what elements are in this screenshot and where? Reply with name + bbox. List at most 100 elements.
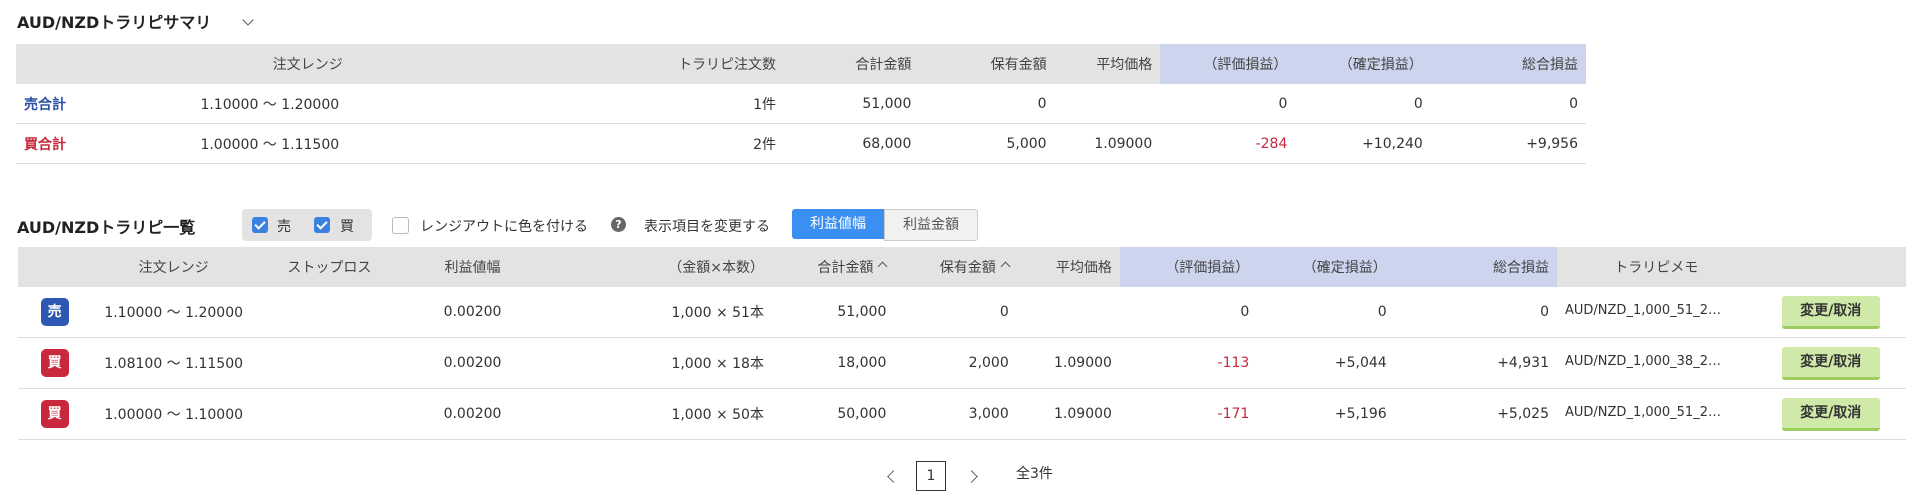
net-value: +4,931 bbox=[1394, 337, 1557, 389]
buy-filter-label: 買 bbox=[340, 219, 354, 235]
col-orders: トラリピ注文数 bbox=[599, 44, 785, 84]
buy-badge: 買 bbox=[40, 349, 69, 377]
range-value: 1.08100 〜 1.11500 bbox=[91, 337, 257, 389]
stoploss-value bbox=[256, 337, 403, 389]
total-value: 51,000 bbox=[784, 84, 920, 124]
table-row: 買 1.08100 〜 1.11500 0.00200 1,000 × 18本 … bbox=[18, 337, 1906, 389]
col-total: 合計金額 bbox=[784, 44, 920, 84]
held-value: 0 bbox=[919, 84, 1055, 124]
realized-value: +5,196 bbox=[1257, 388, 1395, 440]
col-profit-width: 利益値幅 bbox=[402, 247, 543, 287]
summary-title: AUD/NZDトラリピサマリ bbox=[17, 13, 212, 32]
col-memo: トラリピメモ bbox=[1557, 247, 1756, 287]
summary-table: 注文レンジ トラリピ注文数 合計金額 保有金額 平均価格 （評価損益） （確定損… bbox=[16, 44, 1586, 164]
profit-width-value: 0.00200 bbox=[402, 287, 543, 338]
color-range-out-label: レンジアウトに色を付ける bbox=[420, 219, 588, 235]
held-value: 3,000 bbox=[894, 388, 1017, 440]
col-realized: （確定損益） bbox=[1295, 44, 1431, 84]
table-row: 売合計 1.10000 〜 1.20000 1件 51,000 0 0 0 0 bbox=[16, 84, 1586, 124]
chevron-down-icon[interactable] bbox=[242, 14, 254, 26]
col-held[interactable]: 保有金額 bbox=[894, 247, 1017, 287]
avg-value: 1.09000 bbox=[1016, 337, 1120, 389]
unrealized-value: -171 bbox=[1119, 388, 1258, 440]
orders-value: 1件 bbox=[599, 84, 785, 124]
sort-icon[interactable] bbox=[1000, 261, 1011, 271]
display-items-label: 表示項目を変更する bbox=[644, 219, 770, 235]
memo-value: AUD/NZD_1,000_38_2… bbox=[1565, 353, 1721, 369]
realized-value: +10,240 bbox=[1295, 123, 1431, 164]
net-value: +9,956 bbox=[1430, 123, 1586, 164]
total-value: 51,000 bbox=[771, 287, 895, 338]
col-total[interactable]: 合計金額 bbox=[771, 247, 895, 287]
total-count: 全3件 bbox=[1016, 466, 1053, 482]
buy-badge: 買 bbox=[40, 400, 69, 428]
col-held: 保有金額 bbox=[919, 44, 1055, 84]
edit-cancel-button[interactable]: 変更/取消 bbox=[1781, 346, 1880, 380]
list-title: AUD/NZDトラリピ一覧 bbox=[17, 218, 196, 237]
total-value: 18,000 bbox=[771, 337, 895, 389]
net-value: 0 bbox=[1394, 287, 1557, 338]
total-value: 68,000 bbox=[784, 123, 920, 164]
orders-value: 2件 bbox=[599, 123, 785, 164]
row-label: 買合計 1.00000 〜 1.11500 bbox=[16, 123, 600, 164]
held-value: 2,000 bbox=[894, 337, 1017, 389]
avg-value bbox=[1016, 287, 1120, 338]
sell-filter-checkbox[interactable] bbox=[252, 217, 268, 233]
profit-width-toggle[interactable]: 利益値幅 bbox=[792, 209, 884, 239]
realized-value: 0 bbox=[1257, 287, 1395, 338]
prev-page-icon[interactable] bbox=[887, 470, 900, 483]
edit-cancel-button[interactable]: 変更/取消 bbox=[1781, 397, 1880, 431]
col-avg: 平均価格 bbox=[1054, 44, 1161, 84]
col-avg: 平均価格 bbox=[1016, 247, 1120, 287]
range-value: 1.00000 〜 1.11500 bbox=[200, 136, 340, 153]
unrealized-value: -113 bbox=[1119, 337, 1258, 389]
col-range: 注文レンジ bbox=[91, 247, 257, 287]
col-realized: （確定損益） bbox=[1257, 247, 1395, 287]
col-unrealized: （評価損益） bbox=[1119, 247, 1258, 287]
unrealized-value: 0 bbox=[1119, 287, 1258, 338]
stoploss-value bbox=[256, 287, 403, 338]
profit-amount-toggle[interactable]: 利益金額 bbox=[884, 209, 978, 241]
range-value: 1.10000 〜 1.20000 bbox=[200, 96, 340, 113]
col-unrealized: （評価損益） bbox=[1160, 44, 1296, 84]
unrealized-value: -284 bbox=[1160, 123, 1296, 164]
color-range-out-checkbox[interactable] bbox=[392, 217, 409, 234]
avg-value: 1.09000 bbox=[1054, 123, 1161, 164]
held-value: 0 bbox=[894, 287, 1017, 338]
avg-value: 1.09000 bbox=[1016, 388, 1120, 440]
amount-value: 1,000 × 51本 bbox=[542, 287, 772, 338]
net-value: 0 bbox=[1430, 84, 1586, 124]
realized-value: +5,044 bbox=[1257, 337, 1395, 389]
table-row: 買合計 1.00000 〜 1.11500 2件 68,000 5,000 1.… bbox=[16, 123, 1586, 164]
buy-filter-checkbox[interactable] bbox=[314, 217, 330, 233]
avg-value bbox=[1054, 84, 1161, 124]
profit-width-value: 0.00200 bbox=[402, 337, 543, 389]
amount-value: 1,000 × 50本 bbox=[542, 388, 772, 440]
col-range: 注文レンジ bbox=[16, 44, 600, 84]
row-label: 売合計 1.10000 〜 1.20000 bbox=[16, 84, 600, 124]
held-value: 5,000 bbox=[919, 123, 1055, 164]
edit-cancel-button[interactable]: 変更/取消 bbox=[1781, 295, 1880, 329]
realized-value: 0 bbox=[1295, 84, 1431, 124]
next-page-icon[interactable] bbox=[965, 470, 978, 483]
sort-icon[interactable] bbox=[877, 261, 888, 271]
col-net: 総合損益 bbox=[1394, 247, 1557, 287]
trap-list-table: 注文レンジ ストップロス 利益値幅 （金額×本数） 合計金額 保有金額 平均価格… bbox=[18, 247, 1906, 440]
sell-total-label: 売合計 bbox=[24, 96, 66, 113]
page-1-button[interactable]: 1 bbox=[916, 461, 946, 491]
sell-badge: 売 bbox=[40, 298, 69, 326]
help-icon[interactable]: ? bbox=[611, 217, 626, 232]
memo-value: AUD/NZD_1,000_51_2… bbox=[1565, 404, 1721, 420]
col-stoploss: ストップロス bbox=[256, 247, 403, 287]
unrealized-value: 0 bbox=[1160, 84, 1296, 124]
col-net: 総合損益 bbox=[1430, 44, 1586, 84]
buy-total-label: 買合計 bbox=[24, 136, 66, 153]
col-amount-count: （金額×本数） bbox=[542, 247, 772, 287]
stoploss-value bbox=[256, 388, 403, 440]
range-value: 1.00000 〜 1.10000 bbox=[91, 388, 257, 440]
range-value: 1.10000 〜 1.20000 bbox=[91, 287, 257, 338]
table-row: 買 1.00000 〜 1.10000 0.00200 1,000 × 50本 … bbox=[18, 388, 1906, 440]
table-row: 売 1.10000 〜 1.20000 0.00200 1,000 × 51本 … bbox=[18, 287, 1906, 338]
total-value: 50,000 bbox=[771, 388, 895, 440]
memo-value: AUD/NZD_1,000_51_2… bbox=[1565, 302, 1721, 318]
